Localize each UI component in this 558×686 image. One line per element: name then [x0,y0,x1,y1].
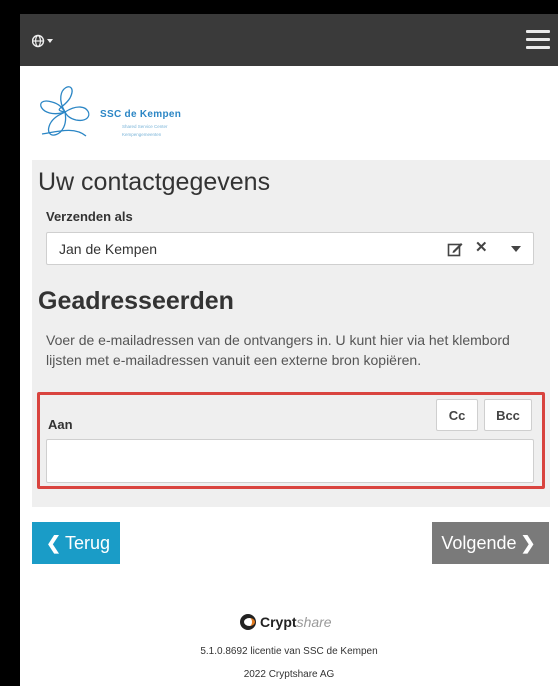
cryptshare-mark-icon [240,614,256,630]
copyright-text: 2022 Cryptshare AG [243,669,335,680]
logo-title: SSC de Kempen [100,109,182,120]
bcc-button[interactable]: Bcc [484,399,532,431]
hamburger-icon[interactable] [526,30,550,50]
recipients-heading: Geadresseerden [38,287,234,315]
top-navbar [20,14,558,66]
globe-icon [32,34,53,48]
to-input[interactable] [46,439,534,483]
edit-icon[interactable] [447,241,463,257]
logo-subtitle: Shared Service Center [122,124,168,129]
next-label: Volgende [441,532,517,553]
recipients-description: Voer de e-mailadressen van de ontvangers… [46,332,510,368]
cc-button[interactable]: Cc [436,399,478,431]
cryptshare-wordmark-italic: share [296,614,332,630]
screen-frame-top [0,0,558,14]
send-as-label: Verzenden als [46,209,133,224]
back-label: Terug [65,532,111,553]
logo-subtitle-2: Kempengemeenten [122,132,162,137]
caret-down-icon[interactable] [511,246,521,252]
language-selector[interactable] [32,31,62,51]
chevron-right-icon: ❯ [520,532,536,553]
contact-heading: Uw contactgegevens [38,168,271,196]
flower-logo-icon [40,86,90,137]
ssc-logo: SSC de Kempen Shared Service Center Kemp… [30,76,210,156]
license-text: 5.1.0.8692 licentie van SSC de Kempen [200,646,378,657]
next-button[interactable]: Volgende ❯ [432,522,549,564]
screen-frame-left [0,0,20,686]
clear-icon[interactable]: ✕ [475,238,488,256]
send-as-select[interactable]: Jan de Kempen ✕ [46,232,534,265]
back-button[interactable]: ❮ Terug [32,522,120,564]
cryptshare-wordmark-bold: Crypt [260,614,297,630]
cryptshare-logo: Crypt share [240,612,332,632]
to-label: Aan [48,417,73,432]
chevron-left-icon: ❮ [45,532,62,553]
send-as-value: Jan de Kempen [59,241,158,257]
